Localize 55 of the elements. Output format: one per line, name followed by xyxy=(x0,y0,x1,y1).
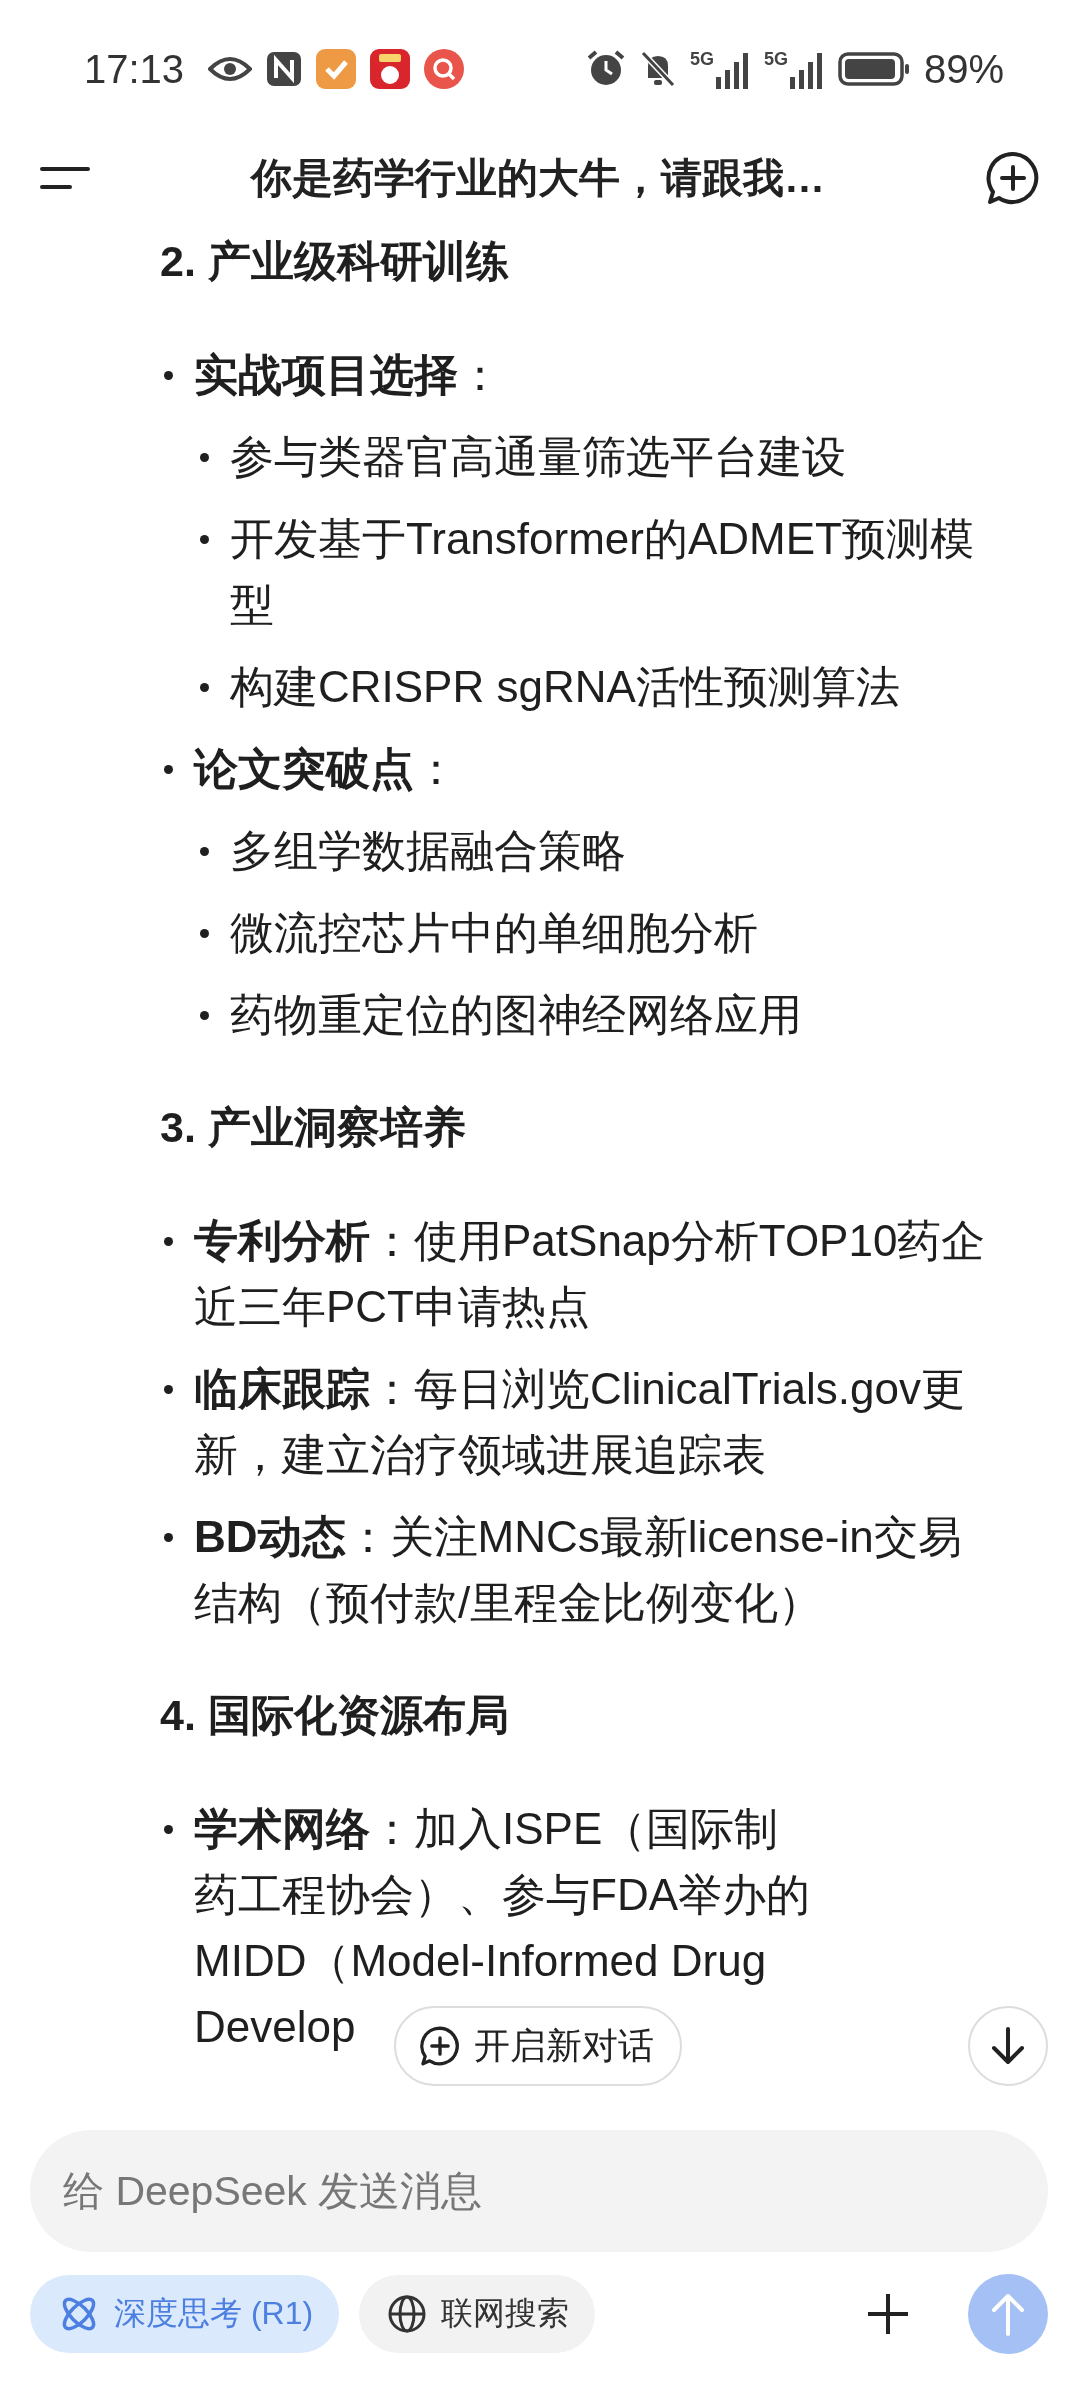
bullet-icon xyxy=(163,370,173,380)
new-chat-icon[interactable] xyxy=(986,151,1040,205)
mode-chip[interactable]: 联网搜索 xyxy=(359,2275,596,2353)
bullet-icon xyxy=(199,534,209,544)
list-item-text: BD动态：关注MNCs最新license-in交易 xyxy=(194,1511,962,1563)
app-icon xyxy=(316,49,357,89)
list-item-text: 构建CRISPR sgRNA活性预测算法 xyxy=(230,661,900,713)
nfc-icon xyxy=(266,51,303,87)
battery-percent: 89% xyxy=(923,46,1004,92)
list-item-text: 开发基于Transformer的ADMET预测模 xyxy=(230,513,974,565)
eye-icon xyxy=(208,54,253,84)
bullet-icon xyxy=(163,1384,173,1394)
list-item-text: 新，建立治疗领域进展追踪表 xyxy=(194,1429,766,1481)
bullet-icon xyxy=(199,928,209,938)
list-item-text: 论文突破点： xyxy=(194,743,458,795)
new-chat-button[interactable]: 开启新对话 xyxy=(394,2006,682,2086)
list-item-text: Develop xyxy=(194,2001,356,2053)
app-icon xyxy=(370,49,411,89)
list-item-text: 药工程协会）、参与FDA举办的 xyxy=(194,1869,810,1921)
list-item-text: MIDD（Model-Informed Drug xyxy=(194,1935,767,1987)
list-item-text: 临床跟踪：每日浏览ClinicalTrials.gov更 xyxy=(194,1363,965,1415)
list-item-text: 结构（预付款/里程金比例变化） xyxy=(194,1577,823,1629)
new-chat-icon xyxy=(420,2026,460,2066)
globe-icon xyxy=(387,2294,428,2334)
list-item-text: 近三年PCT申请热点 xyxy=(194,1281,590,1333)
bullet-icon xyxy=(163,1236,173,1246)
list-item-text: 微流控芯片中的单细胞分析 xyxy=(230,907,758,959)
menu-icon[interactable] xyxy=(40,166,90,190)
battery-icon xyxy=(837,52,910,86)
list-item-text: 参与类器官高通量筛选平台建设 xyxy=(230,431,846,483)
status-time: 17:13 xyxy=(84,46,185,92)
section-heading: 3. 产业洞察培养 xyxy=(160,1102,467,1153)
bullet-icon xyxy=(163,1532,173,1542)
bullet-icon xyxy=(199,1010,209,1020)
search-app-icon xyxy=(424,49,465,89)
list-item-text: 学术网络：加入ISPE（国际制 xyxy=(194,1803,779,1855)
up-arrow-icon xyxy=(991,2292,1025,2336)
bullet-icon xyxy=(163,1824,173,1834)
list-item-text: 多组学数据融合策略 xyxy=(230,825,626,877)
message-input[interactable]: 给 DeepSeek 发送消息 xyxy=(30,2130,1048,2252)
bullet-icon xyxy=(199,452,209,462)
muted-bell-icon xyxy=(639,50,676,88)
section-heading: 2. 产业级科研训练 xyxy=(160,236,510,287)
list-item-text: 型 xyxy=(230,579,274,631)
list-item-text: 专利分析：使用PatSnap分析TOP10药企 xyxy=(194,1215,986,1267)
bullet-icon xyxy=(199,682,209,692)
list-item-text: 实战项目选择： xyxy=(194,349,502,401)
bullet-icon xyxy=(163,764,173,774)
list-item-text: 药物重定位的图神经网络应用 xyxy=(230,989,802,1041)
section-heading: 4. 国际化资源布局 xyxy=(160,1690,510,1741)
down-arrow-icon xyxy=(990,2026,1026,2066)
bullet-icon xyxy=(199,846,209,856)
chat-title: 你是药学行业的大牛，请跟我… xyxy=(251,153,825,203)
network-type-label: 5G xyxy=(763,49,788,70)
network-type-label: 5G xyxy=(689,49,714,70)
